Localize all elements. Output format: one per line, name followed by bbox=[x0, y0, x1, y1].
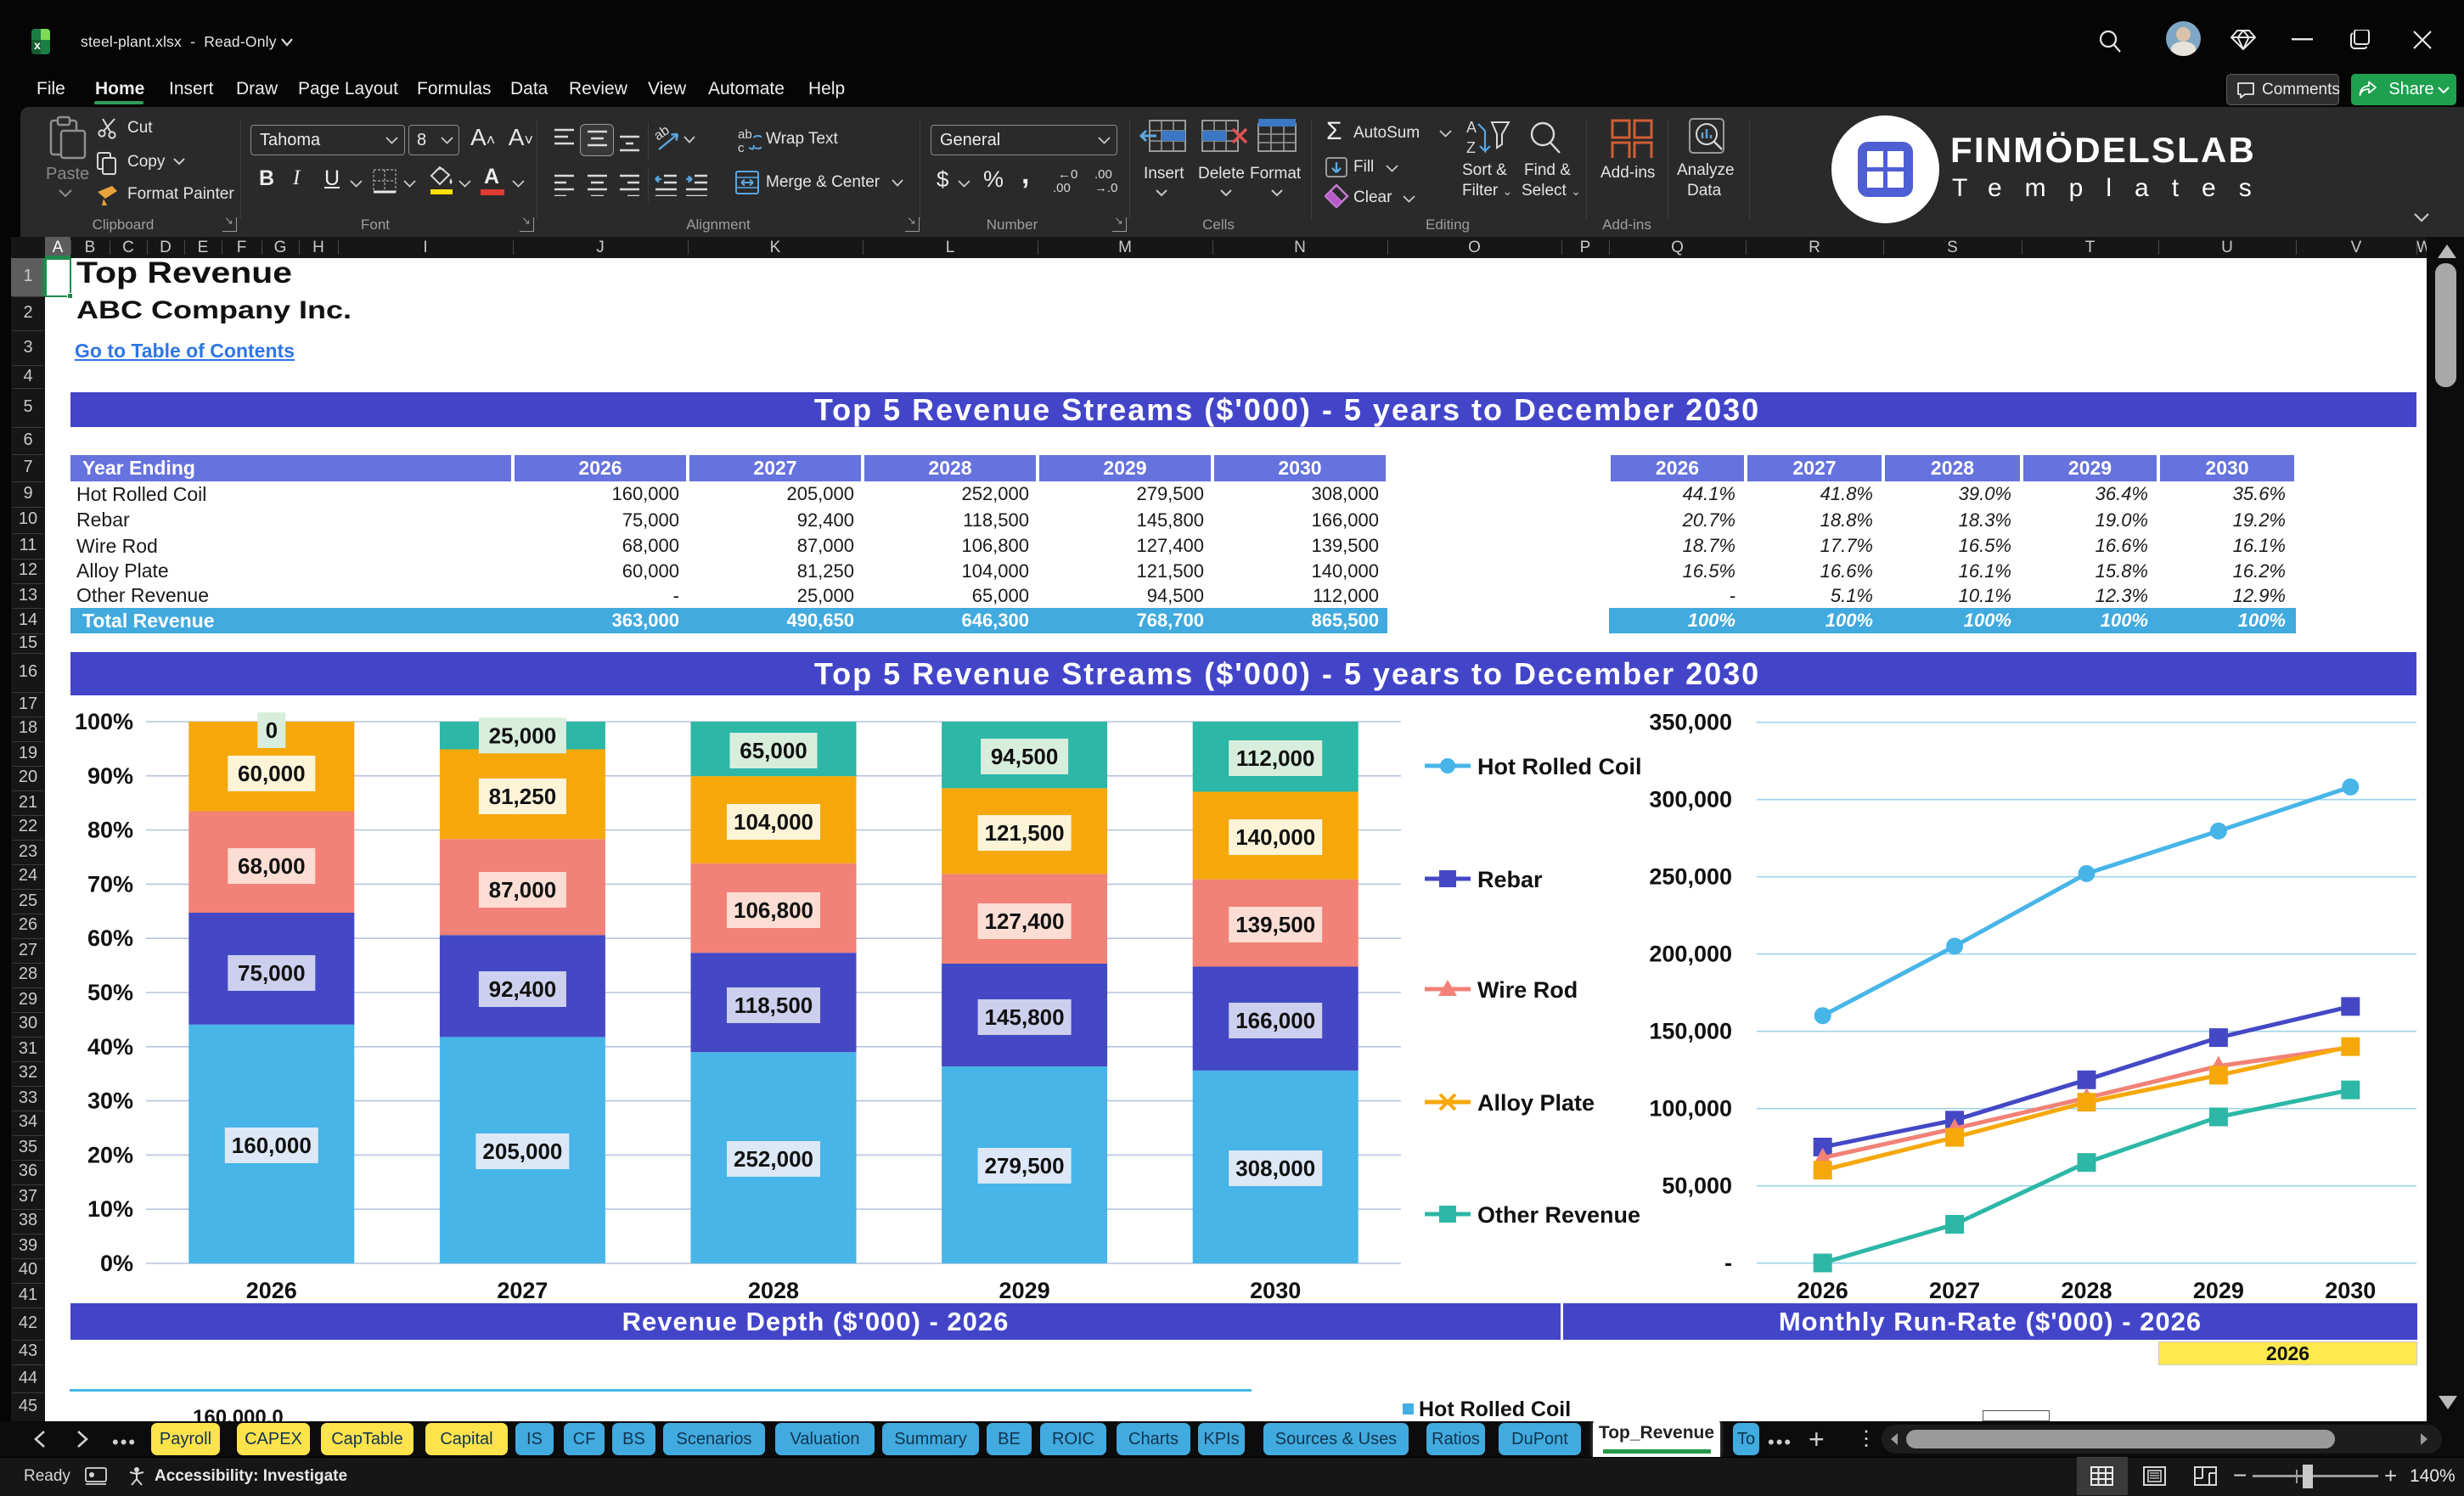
svg-text:←0: ←0 bbox=[1058, 167, 1077, 182]
svg-text:10%: 10% bbox=[87, 1196, 133, 1222]
svg-text:100%: 100% bbox=[75, 709, 133, 734]
svg-text:2026: 2026 bbox=[1797, 1278, 1848, 1303]
svg-text:166,000: 166,000 bbox=[1235, 1008, 1315, 1033]
svg-text:205,000: 205,000 bbox=[482, 1139, 562, 1164]
svg-text:127,400: 127,400 bbox=[985, 908, 1065, 934]
svg-text:252,000: 252,000 bbox=[734, 1146, 813, 1172]
svg-text:2029: 2029 bbox=[2193, 1278, 2244, 1303]
svg-text:.00: .00 bbox=[1053, 181, 1071, 195]
svg-text:2028: 2028 bbox=[2061, 1278, 2112, 1303]
svg-text:-: - bbox=[1724, 1251, 1732, 1276]
svg-text:ab: ab bbox=[738, 127, 752, 142]
svg-text:94,500: 94,500 bbox=[991, 744, 1059, 769]
svg-text:2030: 2030 bbox=[1250, 1278, 1301, 1303]
svg-text:87,000: 87,000 bbox=[489, 877, 557, 903]
svg-text:Other Revenue: Other Revenue bbox=[1477, 1202, 1640, 1228]
svg-text:Hot Rolled Coil: Hot Rolled Coil bbox=[1477, 754, 1641, 779]
svg-text:308,000: 308,000 bbox=[1235, 1156, 1315, 1181]
svg-text:60,000: 60,000 bbox=[238, 761, 306, 786]
svg-text:A: A bbox=[1466, 119, 1477, 136]
svg-text:150,000: 150,000 bbox=[1649, 1019, 1732, 1044]
svg-text:80%: 80% bbox=[87, 818, 133, 843]
svg-text:250,000: 250,000 bbox=[1649, 864, 1732, 890]
svg-text:100,000: 100,000 bbox=[1649, 1096, 1732, 1122]
svg-text:121,500: 121,500 bbox=[985, 820, 1065, 846]
svg-text:81,250: 81,250 bbox=[489, 784, 557, 809]
svg-text:200,000: 200,000 bbox=[1649, 942, 1732, 967]
svg-text:→.0: →.0 bbox=[1094, 181, 1118, 195]
svg-text:25,000: 25,000 bbox=[489, 723, 557, 748]
svg-text:350,000: 350,000 bbox=[1649, 710, 1732, 735]
svg-text:104,000: 104,000 bbox=[734, 809, 813, 835]
svg-text:2026: 2026 bbox=[246, 1278, 297, 1303]
svg-text:.00: .00 bbox=[1094, 167, 1112, 182]
svg-text:112,000: 112,000 bbox=[1236, 745, 1315, 771]
svg-text:40%: 40% bbox=[87, 1034, 133, 1060]
svg-text:118,500: 118,500 bbox=[734, 993, 813, 1018]
svg-text:50,000: 50,000 bbox=[1662, 1173, 1732, 1199]
svg-text:75,000: 75,000 bbox=[238, 960, 306, 986]
svg-text:60%: 60% bbox=[87, 925, 133, 951]
svg-text:50%: 50% bbox=[87, 980, 133, 1005]
svg-text:Rebar: Rebar bbox=[1477, 867, 1543, 892]
svg-text:2027: 2027 bbox=[497, 1278, 548, 1303]
svg-text:300,000: 300,000 bbox=[1649, 787, 1732, 813]
svg-text:2028: 2028 bbox=[748, 1278, 799, 1303]
svg-text:Alloy Plate: Alloy Plate bbox=[1477, 1090, 1595, 1116]
svg-text:140,000: 140,000 bbox=[1235, 824, 1315, 850]
svg-text:c: c bbox=[738, 141, 745, 155]
svg-text:x: x bbox=[34, 38, 41, 52]
svg-text:145,800: 145,800 bbox=[985, 1004, 1065, 1030]
svg-text:279,500: 279,500 bbox=[985, 1153, 1065, 1178]
svg-text:2030: 2030 bbox=[2325, 1278, 2376, 1303]
svg-text:70%: 70% bbox=[87, 871, 133, 897]
svg-text:Wire Rod: Wire Rod bbox=[1477, 977, 1578, 1003]
svg-text:92,400: 92,400 bbox=[489, 976, 557, 1002]
svg-text:106,800: 106,800 bbox=[734, 897, 813, 923]
svg-text:68,000: 68,000 bbox=[238, 853, 306, 879]
svg-text:139,500: 139,500 bbox=[1235, 912, 1315, 937]
svg-text:160,000: 160,000 bbox=[232, 1133, 312, 1158]
svg-text:30%: 30% bbox=[87, 1088, 133, 1114]
svg-text:20%: 20% bbox=[87, 1142, 133, 1167]
svg-text:0%: 0% bbox=[100, 1251, 133, 1276]
svg-text:Z: Z bbox=[1466, 139, 1476, 156]
svg-text:65,000: 65,000 bbox=[740, 738, 807, 763]
svg-text:2027: 2027 bbox=[1929, 1278, 1980, 1303]
svg-text:0: 0 bbox=[266, 717, 278, 743]
svg-text:90%: 90% bbox=[87, 763, 133, 789]
svg-text:2029: 2029 bbox=[999, 1278, 1050, 1303]
